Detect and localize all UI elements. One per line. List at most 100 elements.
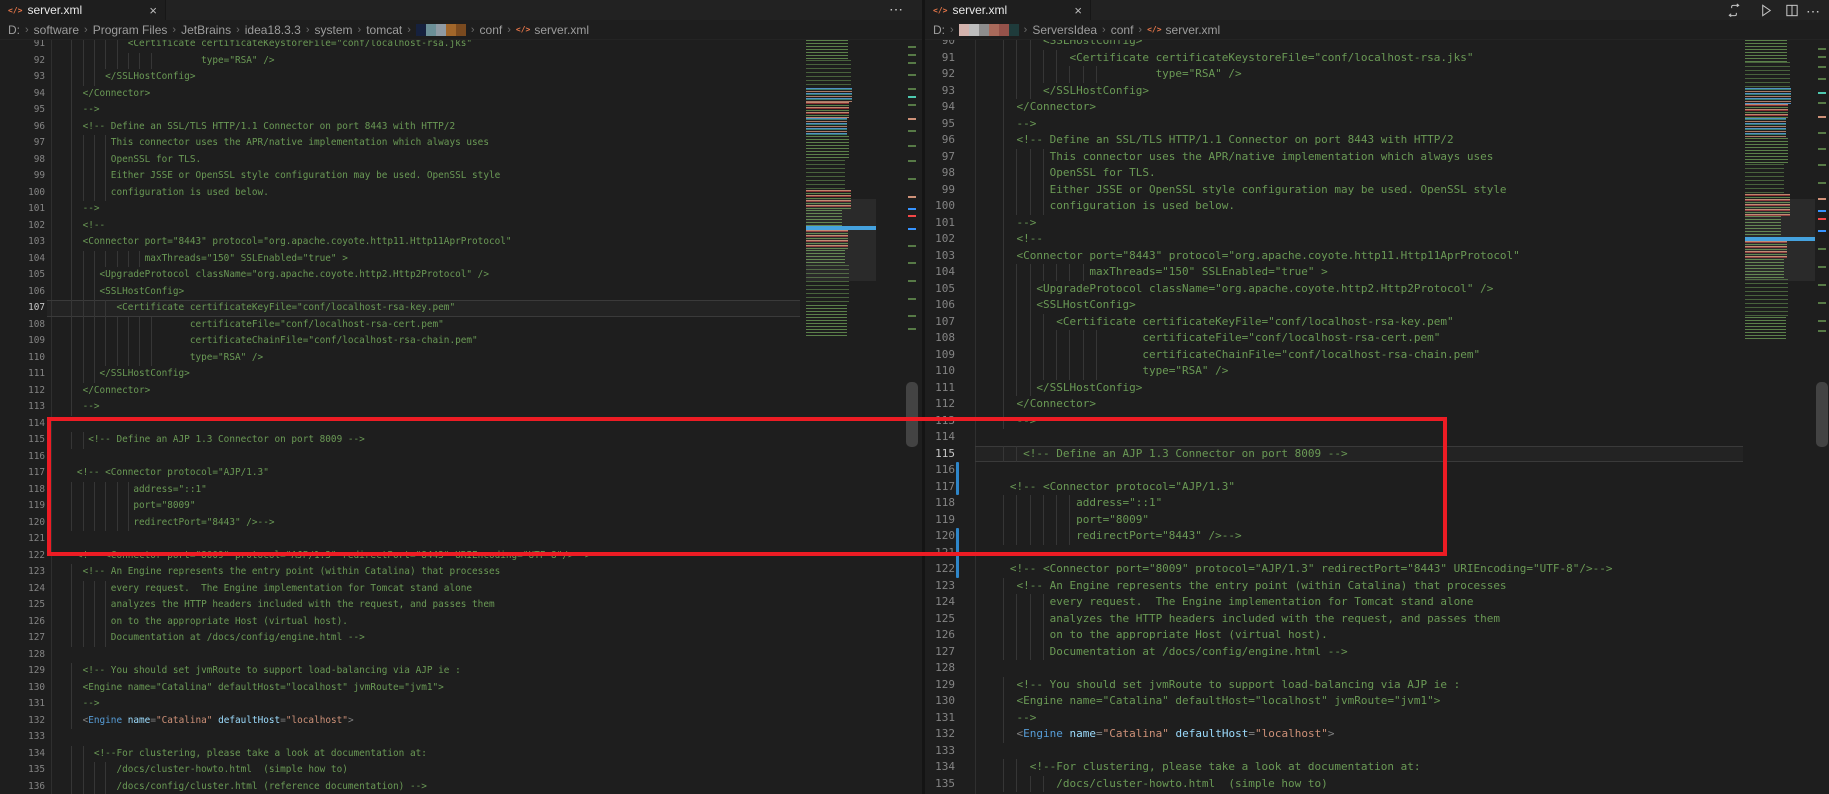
vertical-scrollbar[interactable] [1816, 382, 1828, 447]
xml-file-icon: </> [516, 25, 530, 34]
split-editor-icon[interactable] [1784, 3, 1800, 18]
breadcrumb-item[interactable]: D: [8, 23, 20, 37]
vscode-window: </> server.xml × ⋯ D: › software › Program F… [0, 0, 1829, 794]
editor-right[interactable]: 90 <SSLHostConfig>91 <Certificate certif… [925, 40, 1829, 794]
line-number: 102 [0, 218, 45, 235]
line-number: 106 [925, 297, 955, 314]
modified-lines-indicator [956, 462, 959, 495]
line-number: 97 [925, 149, 955, 166]
overview-ruler-mark [908, 88, 916, 90]
code-line: <!--For clustering, please take a look a… [60, 746, 427, 763]
code-line: <SSLHostConfig> [990, 297, 1136, 314]
breadcrumb-item[interactable]: JetBrains [181, 23, 231, 37]
breadcrumb-item[interactable]: server.xml [1166, 23, 1221, 37]
minimap[interactable] [806, 102, 849, 118]
code-line: <SSLHostConfig> [990, 40, 1142, 50]
line-number: 92 [0, 53, 45, 70]
breadcrumb-separator-icon: › [306, 24, 310, 36]
line-number: 105 [925, 281, 955, 298]
code-line: </SSLHostConfig> [990, 380, 1142, 397]
minimap[interactable] [806, 88, 852, 102]
tab-bar-left: </> server.xml × ⋯ [0, 0, 922, 20]
code-line: every request. The Engine implementation… [990, 594, 1473, 611]
minimap-slider[interactable] [1745, 199, 1815, 281]
gutter-border [51, 40, 52, 794]
code-line: Either JSSE or OpenSSL style configurati… [990, 182, 1507, 199]
code-line: <!-- An Engine represents the entry poin… [990, 578, 1507, 595]
code-line: <Engine name="Catalina" defaultHost="loc… [60, 713, 354, 730]
line-number: 127 [0, 630, 45, 647]
breadcrumb-item[interactable]: conf [480, 23, 503, 37]
line-number: 103 [925, 248, 955, 265]
line-number: 132 [925, 726, 955, 743]
line-number: 127 [925, 644, 955, 661]
run-icon[interactable] [1758, 3, 1774, 18]
minimap[interactable] [1745, 62, 1790, 88]
breadcrumb-item[interactable]: software [34, 23, 79, 37]
line-number: 117 [925, 479, 955, 496]
breadcrumb-item[interactable]: conf [1111, 23, 1134, 37]
line-number: 131 [0, 696, 45, 713]
close-tab-icon[interactable]: × [1074, 3, 1082, 18]
minimap[interactable] [1745, 88, 1791, 104]
overview-ruler-mark [1818, 164, 1826, 166]
minimap[interactable] [1745, 104, 1788, 118]
code-line: <Engine name="Catalina" defaultHost="loc… [990, 726, 1334, 743]
breadcrumb-item[interactable]: system [315, 23, 353, 37]
minimap[interactable] [806, 40, 848, 60]
minimap[interactable] [806, 305, 847, 337]
more-actions-icon[interactable]: ⋯ [1806, 3, 1822, 18]
code-line: type="RSA" /> [60, 350, 263, 367]
line-number: 114 [0, 416, 45, 433]
breadcrumb-separator-icon: › [1102, 24, 1106, 36]
minimap[interactable] [1745, 138, 1788, 164]
overview-ruler-mark [1818, 248, 1826, 250]
line-number: 107 [0, 300, 45, 317]
code-line: <Connector port="8443" protocol="org.apa… [60, 234, 512, 251]
breadcrumb-separator-icon: › [25, 24, 29, 36]
minimap[interactable] [1745, 40, 1787, 62]
minimap[interactable] [1745, 317, 1786, 341]
overview-ruler-mark [908, 145, 916, 147]
minimap[interactable] [1745, 118, 1786, 138]
code-line: <!-- Define an SSL/TLS HTTP/1.1 Connecto… [60, 119, 455, 136]
breadcrumb-separator-icon: › [950, 24, 954, 36]
line-number: 93 [0, 69, 45, 86]
code-line: <Connector port="8443" protocol="org.apa… [990, 248, 1520, 265]
overview-ruler-mark [1818, 266, 1826, 268]
line-number: 125 [925, 611, 955, 628]
code-line: </SSLHostConfig> [990, 83, 1149, 100]
minimap-slider[interactable] [806, 199, 876, 281]
line-number: 135 [925, 776, 955, 793]
minimap[interactable] [806, 160, 845, 190]
minimap[interactable] [806, 60, 851, 88]
minimap[interactable] [1745, 279, 1788, 317]
breadcrumb-item[interactable]: idea18.3.3 [245, 23, 301, 37]
minimap[interactable] [806, 118, 847, 136]
breadcrumb-item[interactable]: Program Files [93, 23, 168, 37]
code-line: </Connector> [990, 396, 1096, 413]
minimap[interactable] [806, 136, 849, 160]
close-tab-icon[interactable]: × [149, 3, 157, 18]
code-line: <!-- Define an AJP 1.3 Connector on port… [990, 446, 1348, 463]
line-number: 133 [925, 743, 955, 760]
line-number: 102 [925, 231, 955, 248]
breadcrumb-item[interactable]: ServersIdea [1032, 23, 1097, 37]
code-line: redirectPort="8443" />--> [60, 515, 274, 532]
breadcrumb-item[interactable]: D: [933, 23, 945, 37]
line-number: 116 [0, 449, 45, 466]
line-number: 111 [0, 366, 45, 383]
line-number: 125 [0, 597, 45, 614]
tab-server-xml-left[interactable]: </> server.xml × [0, 0, 166, 20]
toggle-editor-layout-icon[interactable] [1726, 3, 1742, 18]
editor-left[interactable]: 91 <Certificate certificateKeystoreFile=… [0, 40, 922, 794]
breadcrumb-item[interactable]: server.xml [534, 23, 589, 37]
vertical-scrollbar[interactable] [906, 382, 918, 447]
more-tabs-icon[interactable]: ⋯ [889, 1, 904, 19]
breadcrumb-item[interactable]: tomcat [366, 23, 402, 37]
line-number: 113 [0, 399, 45, 416]
code-line: /docs/cluster-howto.html (simple how to) [60, 762, 348, 779]
minimap[interactable] [1745, 164, 1784, 194]
code-line: </SSLHostConfig> [60, 366, 190, 383]
tab-server-xml-right[interactable]: </> server.xml × [925, 0, 1091, 20]
